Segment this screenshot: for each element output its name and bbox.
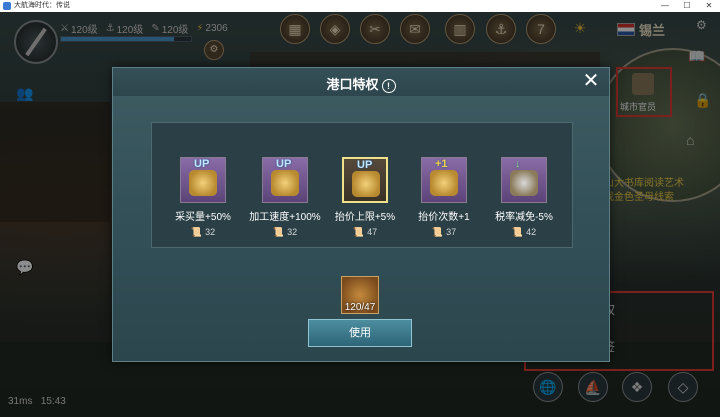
- upgrade-badge: UP: [357, 159, 373, 171]
- scroll-icon: 📜: [431, 227, 444, 237]
- perk-purchase-amount[interactable]: UP 采买量+50% 📜 32: [164, 157, 242, 238]
- perk-cost: 📜 32: [164, 227, 242, 238]
- scroll-icon: 📜: [190, 227, 203, 237]
- scroll-icon: 📜: [272, 227, 285, 237]
- perk-cost: 📜 47: [326, 227, 404, 238]
- perk-tile[interactable]: ↓: [501, 157, 547, 203]
- minimize-button[interactable]: —: [654, 0, 676, 12]
- perk-tile-selected[interactable]: UP: [342, 157, 388, 203]
- privilege-scroll-item[interactable]: 120/47: [341, 276, 379, 314]
- dialog-title-text: 港口特权: [326, 77, 379, 92]
- perk-markup-limit[interactable]: UP 抬价上限+5% 📜 47: [326, 157, 404, 238]
- info-icon[interactable]: !: [381, 78, 396, 93]
- perk-tile[interactable]: +1: [421, 157, 467, 203]
- perk-cost-value: 47: [367, 227, 378, 237]
- perk-label: 采买量+50%: [175, 212, 231, 223]
- port-privilege-dialog: 港口特权! ✕ UP 采买量+50% 📜 32 UP 加工速度+100% 📜 32 …: [112, 67, 610, 362]
- app-icon: [3, 2, 11, 10]
- perk-cost-value: 32: [205, 227, 216, 237]
- gold-scroll-icon: [430, 170, 458, 196]
- perk-markup-count[interactable]: +1 抬价次数+1 📜 37: [405, 157, 483, 238]
- perk-cost-value: 32: [287, 227, 298, 237]
- upgrade-badge: +1: [435, 158, 448, 170]
- item-count: 120/47: [344, 302, 376, 313]
- upgrade-badge: UP: [276, 158, 292, 170]
- hourglass-icon: [271, 170, 299, 196]
- scroll-icon: 📜: [352, 227, 365, 237]
- upgrade-badge: UP: [194, 158, 210, 170]
- perk-label: 抬价次数+1: [418, 212, 470, 223]
- window-title: 大航海时代：传说: [14, 2, 70, 9]
- perks-panel: UP 采买量+50% 📜 32 UP 加工速度+100% 📜 32 UP 抬价上限+…: [151, 122, 573, 248]
- perk-cost-value: 42: [526, 227, 537, 237]
- perk-label: 税率减免-5%: [495, 212, 553, 223]
- perk-cost: 📜 37: [405, 227, 483, 238]
- perk-cost: 📜 42: [485, 227, 563, 238]
- perk-processing-speed[interactable]: UP 加工速度+100% 📜 32: [246, 157, 324, 238]
- perk-cost: 📜 32: [246, 227, 324, 238]
- coin-bag-icon: [510, 170, 538, 196]
- perk-cost-value: 37: [446, 227, 457, 237]
- perk-label: 抬价上限+5%: [334, 212, 396, 223]
- perk-label: 加工速度+100%: [249, 212, 321, 223]
- perk-tax-reduction[interactable]: ↓ 税率减免-5% 📜 42: [485, 157, 563, 238]
- perk-tile[interactable]: UP: [262, 157, 308, 203]
- use-button[interactable]: 使用: [308, 319, 412, 347]
- perk-tile[interactable]: UP: [180, 157, 226, 203]
- barrels-icon: [189, 170, 217, 196]
- dialog-title: 港口特权!: [113, 74, 609, 93]
- close-icon[interactable]: ✕: [581, 71, 601, 91]
- close-window-button[interactable]: ✕: [698, 0, 720, 12]
- down-arrow-badge: ↓: [515, 158, 521, 170]
- scroll-icon: 📜: [511, 227, 524, 237]
- maximize-button[interactable]: ☐: [676, 0, 698, 12]
- gold-scroll-icon: [352, 171, 380, 197]
